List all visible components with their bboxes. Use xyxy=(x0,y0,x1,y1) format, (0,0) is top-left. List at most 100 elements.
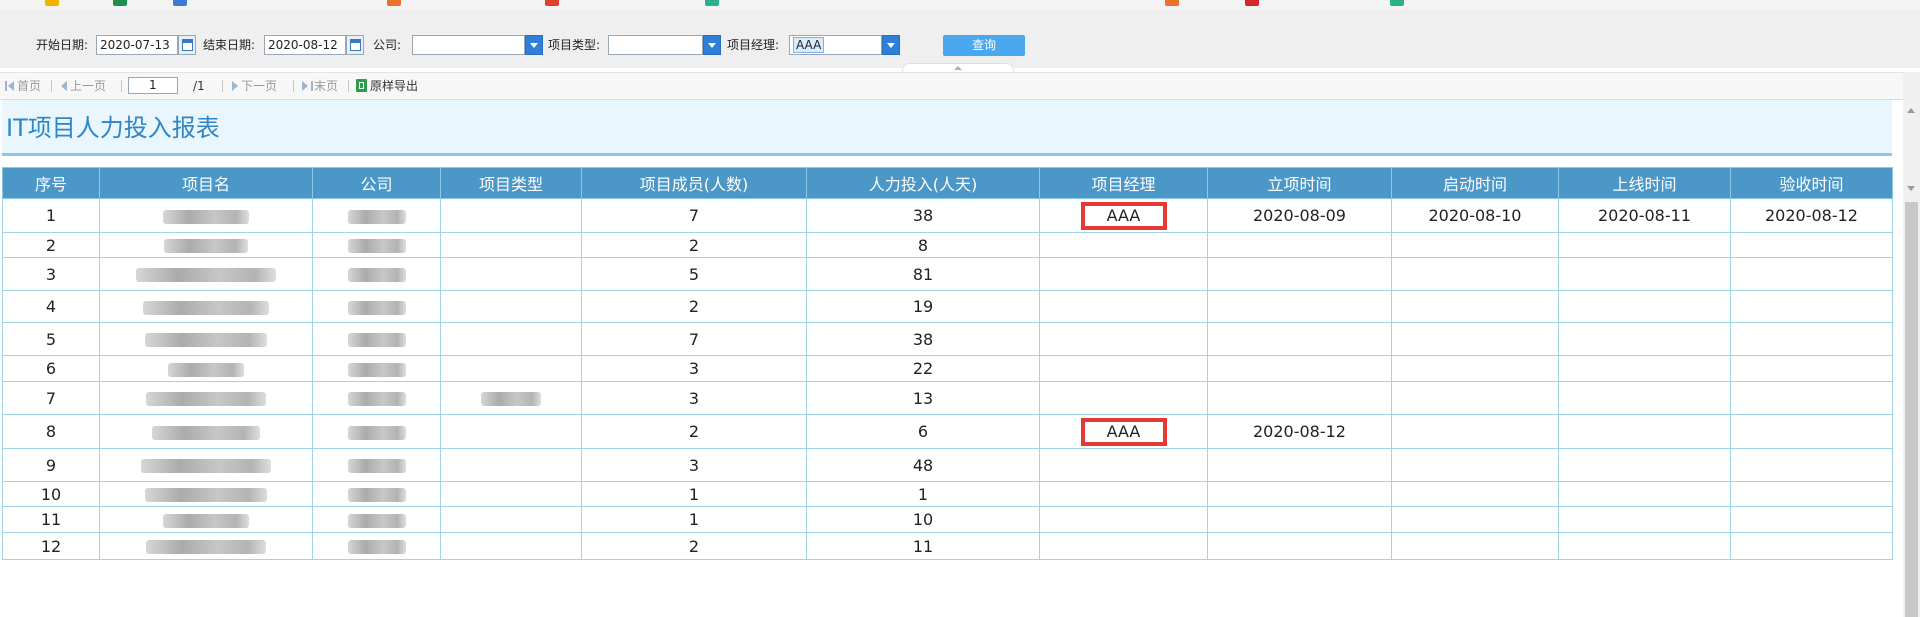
redacted-text xyxy=(347,459,406,473)
redacted-text xyxy=(145,333,267,347)
cell-index: 3 xyxy=(2,257,100,291)
bookmark-icon[interactable] xyxy=(1390,0,1404,6)
report-title: IT项目人力投入报表 xyxy=(2,100,1892,156)
column-header: 公司 xyxy=(312,167,441,199)
scroll-down-icon[interactable] xyxy=(1907,186,1915,191)
vertical-scrollbar[interactable] xyxy=(1903,100,1920,617)
project-type-dropdown-button[interactable] xyxy=(703,35,721,55)
cell-accept-date xyxy=(1730,448,1893,482)
page-number-input[interactable]: 1 xyxy=(128,77,178,94)
manager-selected-value: AAA xyxy=(793,37,825,53)
prev-page-icon xyxy=(61,81,67,91)
cell-accept-date xyxy=(1730,232,1893,258)
cell-setup-date xyxy=(1207,381,1392,415)
bookmark-icon[interactable] xyxy=(545,0,559,6)
next-page-icon xyxy=(232,81,238,91)
cell-project-name xyxy=(99,355,313,382)
cell-accept-date xyxy=(1730,532,1893,560)
cell-effort: 38 xyxy=(806,198,1040,233)
cell-online-date xyxy=(1558,322,1731,356)
company-select[interactable] xyxy=(412,35,525,55)
cell-effort: 38 xyxy=(806,322,1040,356)
cell-project-type xyxy=(440,257,582,291)
cell-project-name xyxy=(99,232,313,258)
cell-accept-date xyxy=(1730,290,1893,323)
cell-manager xyxy=(1039,257,1208,291)
cell-manager xyxy=(1039,322,1208,356)
scroll-up-icon[interactable] xyxy=(1907,108,1915,113)
cell-project-type xyxy=(440,322,582,356)
end-date-input[interactable]: 2020-08-12 xyxy=(264,35,346,55)
table-row: 228 xyxy=(2,232,1893,258)
redacted-text xyxy=(481,392,541,406)
start-date-input[interactable]: 2020-07-13 xyxy=(96,35,178,55)
start-date-label: 开始日期: xyxy=(36,38,89,52)
cell-manager xyxy=(1039,232,1208,258)
cell-accept-date xyxy=(1730,381,1893,415)
redacted-text xyxy=(347,513,406,528)
bookmark-icon[interactable] xyxy=(1245,0,1259,6)
cell-accept-date xyxy=(1730,322,1893,356)
cell-project-name xyxy=(99,322,313,356)
cell-project-name xyxy=(99,532,313,560)
redacted-text xyxy=(152,425,260,440)
last-page-button[interactable]: 末页 xyxy=(302,79,338,93)
cell-project-type xyxy=(440,355,582,382)
cell-setup-date xyxy=(1207,290,1392,323)
end-date-calendar-button[interactable] xyxy=(346,35,364,55)
column-header: 项目成员(人数) xyxy=(581,167,807,199)
bookmark-star-icon[interactable] xyxy=(45,0,59,6)
cell-manager xyxy=(1039,532,1208,560)
column-header: 序号 xyxy=(2,167,100,199)
cell-effort: 48 xyxy=(806,448,1040,482)
cell-start-date: 2020-08-10 xyxy=(1391,198,1559,233)
cell-effort: 1 xyxy=(806,481,1040,507)
prev-page-button[interactable]: 上一页 xyxy=(61,79,106,93)
redacted-text xyxy=(347,268,406,282)
next-page-button[interactable]: 下一页 xyxy=(232,79,277,93)
bookmark-icon[interactable] xyxy=(387,0,401,6)
redacted-text xyxy=(146,392,266,406)
cell-manager: AAA xyxy=(1039,414,1208,449)
cell-accept-date xyxy=(1730,257,1893,291)
cell-start-date xyxy=(1391,506,1559,533)
bookmark-icon[interactable] xyxy=(173,0,187,6)
manager-highlight-box: AAA xyxy=(1080,417,1167,446)
project-type-select[interactable] xyxy=(608,35,703,55)
first-page-icon xyxy=(5,81,7,91)
cell-start-date xyxy=(1391,448,1559,482)
column-header: 项目名 xyxy=(99,167,313,199)
cell-accept-date xyxy=(1730,506,1893,533)
pager-toolbar: 首页 上一页 1 /1 下一页 末页 原样导出 xyxy=(0,72,1920,100)
bookmark-icon[interactable] xyxy=(705,0,719,6)
redacted-text xyxy=(168,362,244,377)
cell-project-name xyxy=(99,257,313,291)
cell-company xyxy=(312,355,441,382)
table-row: 3 5 81 xyxy=(2,257,1893,291)
cell-online-date xyxy=(1558,532,1731,560)
end-date-label: 结束日期: xyxy=(203,38,256,52)
cell-index: 12 xyxy=(2,532,100,560)
cell-start-date xyxy=(1391,381,1559,415)
export-button[interactable]: 原样导出 xyxy=(356,79,418,93)
column-header: 上线时间 xyxy=(1558,167,1731,199)
manager-dropdown-button[interactable] xyxy=(882,35,900,55)
cell-project-type xyxy=(440,506,582,533)
cell-start-date xyxy=(1391,414,1559,449)
cell-effort: 6 xyxy=(806,414,1040,449)
collapse-filter-toggle[interactable] xyxy=(902,63,1014,72)
manager-select[interactable]: AAA xyxy=(789,35,882,55)
cell-manager: AAA xyxy=(1039,198,1208,233)
first-page-button[interactable]: 首页 xyxy=(5,79,41,93)
scrollbar-thumb[interactable] xyxy=(1905,202,1918,617)
cell-company xyxy=(312,448,441,482)
company-dropdown-button[interactable] xyxy=(525,35,543,55)
cell-manager xyxy=(1039,448,1208,482)
bookmark-icon[interactable] xyxy=(1165,0,1179,6)
start-date-calendar-button[interactable] xyxy=(178,35,196,55)
bookmark-icon[interactable] xyxy=(113,0,127,6)
project-type-label: 项目类型: xyxy=(548,38,601,52)
cell-effort: 8 xyxy=(806,232,1040,258)
last-page-icon xyxy=(302,81,308,91)
query-button[interactable]: 查询 xyxy=(943,35,1025,56)
